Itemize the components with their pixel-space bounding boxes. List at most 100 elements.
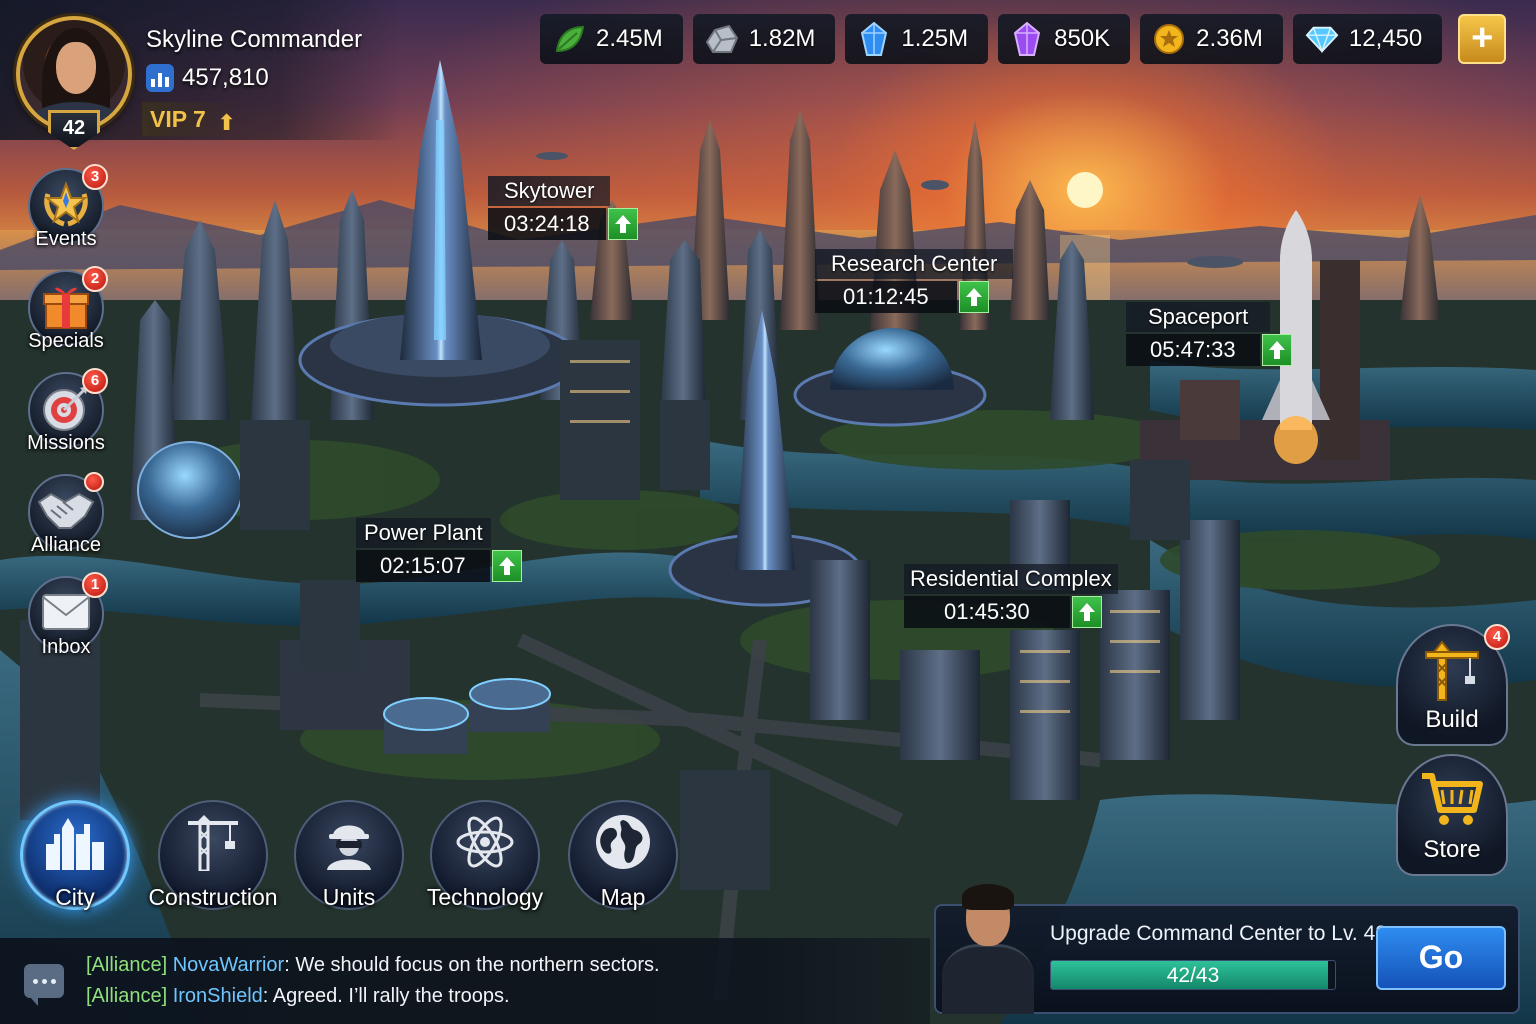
resource-diamond[interactable]: 12,450 (1292, 14, 1443, 64)
profile-panel[interactable]: 42 Skyline Commander 457,810 VIP 7 ⬆ (0, 0, 400, 150)
building-tag-residential-complex[interactable]: Residential Complex 01:45:30 (904, 564, 1118, 628)
avatar-face (56, 42, 96, 94)
building-tag-power-plant[interactable]: Power Plant 02:15:07 (356, 518, 522, 582)
vip-label: VIP 7 (150, 106, 206, 132)
store-label: Store (1423, 836, 1481, 863)
upgrade-timer: 01:12:45 (815, 281, 957, 313)
resource-food[interactable]: 2.45M (540, 14, 683, 64)
building-tag-spaceport[interactable]: Spaceport 05:47:33 (1126, 302, 1292, 366)
notification-badge: 6 (82, 368, 108, 394)
advisor-hair (962, 884, 1014, 910)
target-icon (40, 382, 92, 439)
chat-channel: [Alliance] (86, 985, 168, 1007)
nav-label: City (55, 884, 95, 910)
power-icon (146, 64, 174, 92)
quest-description: Upgrade Command Center to Lv. 43 (1050, 922, 1387, 945)
side-menu-inbox[interactable]: Inbox 1 (24, 572, 108, 664)
chat-username[interactable]: NovaWarrior (173, 954, 285, 976)
upgrade-arrow-icon[interactable] (1071, 596, 1102, 628)
go-button[interactable]: Go (1376, 926, 1506, 990)
arrow-up-icon: ⬆ (217, 110, 236, 135)
power-value: 457,810 (182, 64, 269, 91)
handshake-icon (37, 488, 95, 537)
chat-bar[interactable]: [Alliance] NovaWarrior: We should focus … (0, 938, 930, 1024)
upgrade-timer: 01:45:30 (904, 596, 1070, 628)
store-button[interactable]: Store (1396, 754, 1508, 876)
side-menu-events[interactable]: Events 3 (24, 164, 108, 256)
nav-label: Technology (426, 884, 544, 910)
chat-channel: [Alliance] (86, 954, 168, 976)
building-name: Power Plant (356, 518, 491, 548)
upgrade-timer: 02:15:07 (356, 550, 490, 582)
advisor-portrait (936, 880, 1036, 1014)
side-menu-label: Missions (27, 432, 105, 454)
nav-construction[interactable]: Construction (148, 800, 278, 930)
resource-value: 1.82M (748, 25, 816, 52)
envelope-icon (41, 593, 91, 636)
building-tag-skytower[interactable]: Skytower 03:24:18 (488, 176, 638, 240)
nav-units[interactable]: Units (284, 800, 414, 930)
notification-badge: 2 (82, 266, 108, 292)
build-button[interactable]: Build 4 (1396, 624, 1510, 746)
nav-technology[interactable]: Technology (420, 800, 550, 930)
quest-panel[interactable]: Upgrade Command Center to Lv. 43 42/43 G… (934, 884, 1520, 1014)
leaf-icon (552, 22, 586, 56)
quest-progress-bar: 42/43 (1050, 960, 1336, 990)
chat-message: [Alliance] IronShield: Agreed. I’ll rall… (86, 985, 510, 1008)
timer-row: 05:47:33 (1126, 334, 1292, 366)
globe-icon (593, 812, 653, 877)
nav-label: Map (600, 884, 646, 910)
upgrade-timer: 03:24:18 (488, 208, 606, 240)
timer-row: 01:45:30 (904, 596, 1118, 628)
upgrade-arrow-icon[interactable] (607, 208, 638, 240)
quest-progress-label: 42/43 (1166, 964, 1220, 987)
timer-row: 03:24:18 (488, 208, 638, 240)
resource-gold[interactable]: 2.36M (1140, 14, 1283, 64)
upgrade-timer: 05:47:33 (1126, 334, 1260, 366)
blue-crystal-icon (857, 22, 891, 56)
nav-map[interactable]: Map (558, 800, 688, 930)
side-menu-label: Inbox (41, 636, 91, 658)
side-menu-alliance[interactable]: Alliance (24, 472, 108, 562)
player-name: Skyline Commander (146, 26, 363, 53)
chat-message: [Alliance] NovaWarrior: We should focus … (86, 954, 660, 977)
resource-metal[interactable]: 1.82M (692, 14, 836, 64)
side-menu-specials[interactable]: Specials 2 (24, 266, 108, 358)
vip-status[interactable]: VIP 7 ⬆ (142, 102, 242, 136)
resource-value: 12,450 (1348, 25, 1423, 52)
advisor-body (942, 944, 1034, 1014)
atom-icon (455, 812, 515, 877)
purple-crystal-icon (1010, 22, 1044, 56)
upgrade-arrow-icon[interactable] (958, 281, 989, 313)
gold-coin-icon (1152, 22, 1186, 56)
side-menu-missions[interactable]: Missions 6 (24, 368, 108, 460)
upgrade-arrow-icon[interactable] (491, 550, 522, 582)
resource-bar: 2.45M 1.82M 1.25M 850K 2.36M 12,450 + (540, 14, 1507, 66)
building-name: Spaceport (1126, 302, 1271, 332)
building-name: Skytower (488, 176, 611, 206)
notification-dot (84, 472, 104, 492)
chat-username[interactable]: IronShield (173, 985, 263, 1007)
building-name: Residential Complex (904, 564, 1118, 594)
side-menu-label: Alliance (30, 534, 102, 556)
resource-value: 850K (1054, 25, 1111, 52)
gift-icon (40, 280, 92, 337)
resource-value: 2.36M (1196, 25, 1263, 52)
resource-blue-crystal[interactable]: 1.25M (845, 14, 989, 64)
notification-badge: 1 (82, 572, 108, 598)
timer-row: 02:15:07 (356, 550, 522, 582)
building-name: Research Center (815, 249, 1014, 279)
resource-purple-crystal[interactable]: 850K (998, 14, 1131, 64)
upgrade-arrow-icon[interactable] (1261, 334, 1292, 366)
building-tag-research-center[interactable]: Research Center 01:12:45 (815, 249, 1014, 313)
chat-bubble-icon[interactable] (24, 964, 64, 1006)
side-menu: Events 3 Specials 2 Missions 6 Alliance (24, 164, 108, 664)
notification-badge: 4 (1484, 624, 1510, 650)
side-menu-label: Events (35, 228, 97, 250)
resource-value: 2.45M (596, 25, 663, 52)
add-currency-button[interactable]: + (1458, 14, 1507, 64)
chat-text: : Agreed. I’ll rally the troops. (262, 985, 510, 1007)
power-row: 457,810 (146, 64, 269, 92)
crane-icon (186, 813, 240, 876)
nav-city[interactable]: City (10, 800, 140, 930)
